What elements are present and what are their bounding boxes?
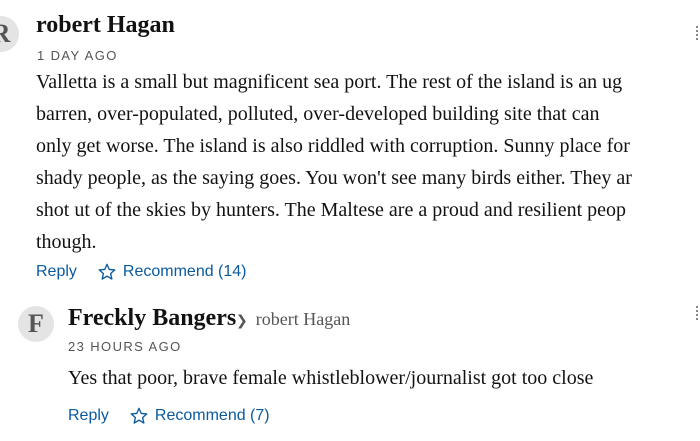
comment-body-line: Yes that poor, brave female whistleblowe…	[68, 367, 594, 389]
comment-actions: Reply Recommend (14)	[36, 262, 247, 282]
reply-to[interactable]: ❯ robert Hagan	[236, 309, 350, 330]
recommend-button[interactable]: Recommend (14)	[97, 262, 247, 282]
chevron-right-icon: ❯	[236, 313, 248, 329]
comment: R robert Hagan 1 DAY AGO Valletta is a s…	[0, 0, 700, 300]
comment-reply: F Freckly Bangers ❯ robert Hagan 23 HOURS…	[0, 300, 700, 441]
recommend-button[interactable]: Recommend (7)	[129, 406, 270, 426]
avatar[interactable]: R	[0, 16, 19, 52]
comment-author[interactable]: robert Hagan	[36, 12, 175, 39]
comment-body-line: Valletta is a small but magnificent sea …	[36, 71, 623, 93]
star-outline-icon	[98, 263, 116, 280]
avatar[interactable]: F	[18, 306, 54, 342]
more-options-icon[interactable]	[696, 306, 700, 320]
comment-actions: Reply Recommend (7)	[68, 406, 270, 426]
recommend-label: Recommend (14)	[122, 263, 247, 280]
comment-body: Yes that poor, brave female whistleblowe…	[68, 362, 700, 394]
reply-button[interactable]: Reply	[36, 263, 77, 281]
comment-body: Valletta is a small but magnificent sea …	[36, 66, 700, 258]
more-options-icon[interactable]	[696, 26, 700, 40]
comment-timestamp: 23 HOURS AGO	[68, 339, 182, 354]
comment-body-line: shady people, as the saying goes. You wo…	[36, 167, 632, 189]
comment-body-line: shot ut of the skies by hunters. The Mal…	[36, 199, 627, 221]
comment-body-line: barren, over-populated, polluted, over-d…	[36, 103, 600, 125]
reply-button[interactable]: Reply	[68, 407, 109, 425]
comment-timestamp: 1 DAY AGO	[37, 48, 118, 63]
recommend-label: Recommend (7)	[154, 407, 270, 424]
comment-author[interactable]: Freckly Bangers	[68, 305, 236, 332]
reply-to-author[interactable]: robert Hagan	[256, 309, 350, 329]
comment-body-line: though.	[36, 231, 97, 253]
star-outline-icon	[130, 407, 148, 424]
comment-body-line: only get worse. The island is also riddl…	[36, 135, 630, 157]
